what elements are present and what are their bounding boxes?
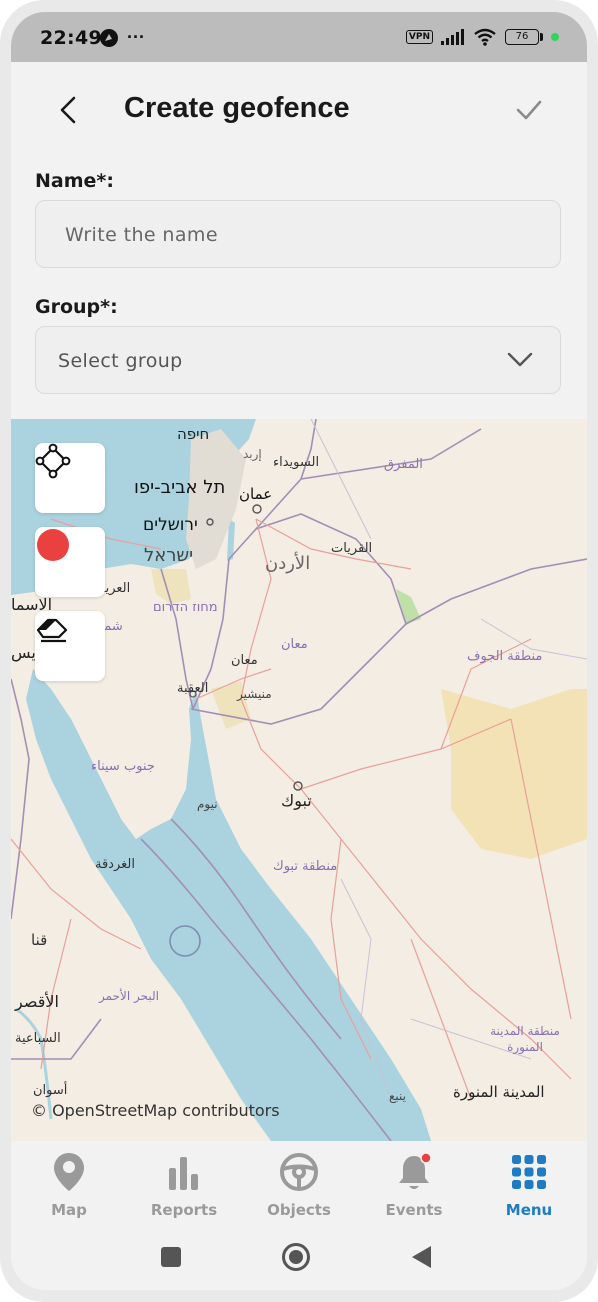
map-label: تبوك [281, 791, 312, 810]
signal-icon [441, 29, 464, 45]
group-label: Group*: [35, 296, 118, 318]
group-select[interactable]: Select group [35, 326, 561, 394]
nav-item-events[interactable]: Events [364, 1151, 464, 1221]
map-label: معان [281, 637, 308, 652]
record-button[interactable] [35, 527, 105, 597]
map-label: جنوب سيناء [91, 759, 155, 774]
eraser-icon [36, 618, 68, 643]
map-label: السويداء [273, 455, 320, 470]
checkmark-icon [516, 100, 542, 120]
status-time: 22:49 [40, 27, 102, 49]
status-bar: 22:49 ··· VPN 76 [11, 12, 587, 62]
group-select-value: Select group [58, 350, 183, 372]
map-label: منطقة الجوف [467, 649, 543, 664]
bottom-navigation: Map Reports Objects Events Menu [11, 1141, 587, 1227]
map-label: ישראל [144, 545, 194, 566]
name-input[interactable]: Write the name [35, 200, 561, 268]
grid-menu-icon [512, 1155, 546, 1189]
notification-app-icon [100, 28, 118, 47]
polygon-draw-icon [35, 443, 71, 479]
map-label: إربد [243, 447, 262, 461]
vpn-icon: VPN [405, 30, 433, 44]
map-label: نيوم [197, 797, 218, 811]
map-label: المفرق [384, 457, 423, 472]
name-placeholder: Write the name [65, 224, 218, 246]
map-label: منطقة المدينة المنورة [490, 1024, 560, 1054]
recent-apps-button[interactable] [160, 1246, 182, 1268]
battery-icon: 76 [505, 29, 543, 45]
bell-icon [399, 1152, 432, 1189]
page-title: Create geofence [124, 92, 350, 124]
map-label: أسوان [33, 1083, 68, 1098]
privacy-indicator-icon [551, 33, 559, 41]
wifi-icon [474, 28, 496, 46]
back-arrow-icon [60, 96, 76, 124]
draw-polygon-button[interactable] [35, 443, 105, 513]
map-view[interactable]: חיפה إربد السويداء المفرق תל אביב-יפו عم… [11, 419, 587, 1141]
map-label: منيشير [237, 687, 272, 701]
screen: 22:49 ··· VPN 76 Create geofence Name*: … [11, 12, 587, 1290]
nav-label: Objects [267, 1201, 331, 1219]
nav-label: Map [51, 1201, 87, 1219]
save-button[interactable] [511, 92, 547, 128]
map-label: معان [231, 653, 258, 668]
home-button[interactable] [281, 1242, 311, 1272]
map-label: البحر الأحمر [99, 989, 159, 1003]
map-attribution: © OpenStreetMap contributors [31, 1101, 280, 1120]
back-nav-button[interactable] [410, 1244, 432, 1270]
chevron-down-icon [507, 352, 533, 367]
map-label: חיפה [177, 425, 210, 443]
map-label: العقبة [177, 681, 209, 696]
map-label: الأردن [265, 553, 311, 574]
nav-label: Events [385, 1201, 443, 1219]
nav-item-objects[interactable]: Objects [249, 1151, 349, 1221]
map-label: ירושלים [143, 515, 198, 535]
steering-wheel-icon [280, 1153, 318, 1191]
phone-frame: 22:49 ··· VPN 76 Create geofence Name*: … [0, 0, 598, 1302]
map-label: מחוז הדרום [153, 600, 218, 615]
map-label: ينبع [389, 1089, 406, 1103]
map-pin-icon [54, 1153, 84, 1191]
map-label: منطقة تبوك [273, 859, 338, 874]
map-label: תל אביב-יפו [134, 477, 226, 498]
map-label: الأقصر [15, 992, 59, 1011]
eraser-button[interactable] [35, 611, 105, 681]
more-notifications-icon: ··· [127, 27, 145, 47]
map-label: المدينة المنورة [453, 1083, 545, 1101]
nav-label: Menu [505, 1201, 553, 1219]
name-label: Name*: [35, 170, 114, 192]
record-dot-icon [37, 529, 69, 561]
bar-chart-icon [169, 1157, 198, 1190]
nav-item-reports[interactable]: Reports [134, 1151, 234, 1221]
back-button[interactable] [53, 90, 83, 130]
map-label: قنا [31, 931, 48, 949]
map-label: الغردقة [95, 857, 135, 872]
app-header: Create geofence [11, 62, 587, 162]
nav-label: Reports [150, 1201, 218, 1219]
nav-item-menu[interactable]: Menu [479, 1151, 579, 1221]
system-navigation-bar [11, 1227, 587, 1290]
map-label: القريات [331, 541, 373, 556]
nav-item-map[interactable]: Map [19, 1151, 119, 1221]
map-label: السباعية [15, 1031, 61, 1046]
map-label: عمان [239, 485, 273, 503]
